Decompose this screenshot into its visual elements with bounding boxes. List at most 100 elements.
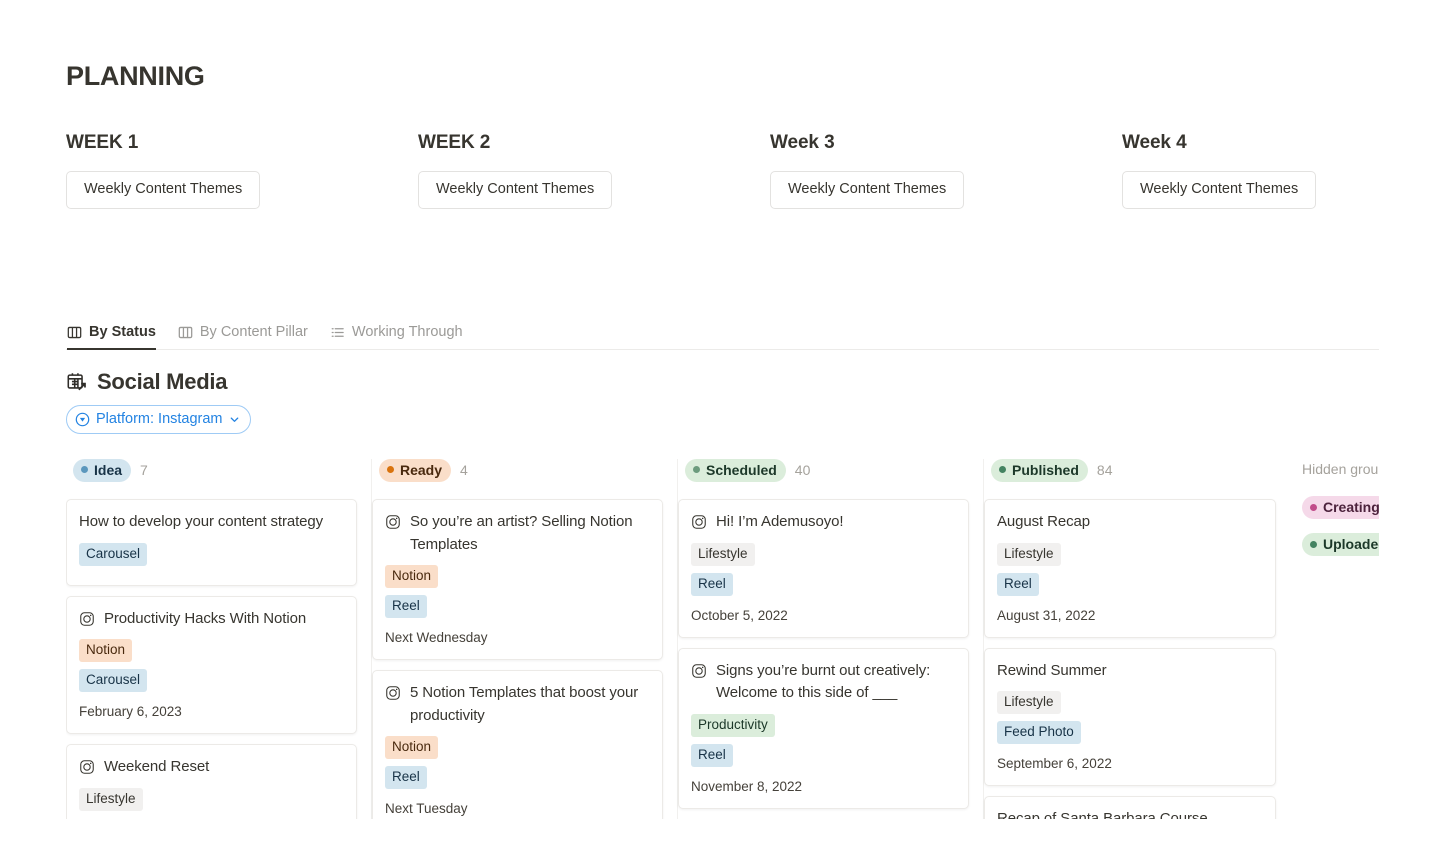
- instagram-icon: [385, 514, 401, 530]
- status-badge[interactable]: Ready: [379, 459, 451, 482]
- chip-row: Feed Photo: [997, 721, 1263, 751]
- tag-chip[interactable]: Reel: [691, 744, 733, 767]
- status-badge[interactable]: Scheduled: [685, 459, 786, 482]
- card-title-row: 5 Notion Templates that boost your produ…: [385, 682, 650, 727]
- tag-chip[interactable]: Carousel: [79, 543, 147, 566]
- card-date: October 5, 2022: [691, 607, 956, 625]
- instagram-icon: [79, 611, 95, 627]
- tag-chip[interactable]: Lifestyle: [79, 788, 143, 811]
- view-tabs: By Status By Content Pillar Working Throug…: [66, 317, 1379, 350]
- weekly-content-themes-button[interactable]: Weekly Content Themes: [66, 171, 260, 209]
- card-title-row: Weekend Reset: [79, 756, 344, 779]
- chip-row: Lifestyle: [997, 691, 1263, 721]
- kanban-card[interactable]: Productivity Hacks With Notion Notion Caro…: [66, 596, 357, 735]
- tag-chip[interactable]: Reel: [691, 573, 733, 596]
- column-count: 7: [140, 462, 148, 478]
- card-title: Hi! I’m Ademusoyo!: [716, 511, 843, 534]
- hidden-group-creating[interactable]: Creating0: [1302, 496, 1379, 519]
- status-dot-icon: [81, 466, 88, 473]
- kanban-card[interactable]: So you’re an artist? Selling Notion Temp…: [372, 499, 663, 660]
- status-label: Uploaded: [1323, 535, 1379, 553]
- tab-by-content-pillar[interactable]: By Content Pillar: [178, 323, 308, 349]
- chip-row: Reel: [385, 766, 650, 796]
- card-title: Weekend Reset: [104, 756, 209, 779]
- tag-chip[interactable]: Notion: [79, 639, 132, 662]
- card-title: How to develop your content strategy: [79, 511, 323, 534]
- kanban-card[interactable]: August RecapLifestyleReelAugust 31, 2022: [984, 499, 1276, 638]
- week-label: WEEK 2: [418, 130, 770, 156]
- card-date: September 6, 2022: [997, 755, 1263, 773]
- hidden-groups-title: Hidden groups: [1302, 460, 1379, 479]
- database-header: Social Media: [66, 368, 1379, 396]
- instagram-icon: [79, 759, 95, 775]
- status-dot-icon: [387, 466, 394, 473]
- instagram-icon: [385, 685, 401, 701]
- status-badge[interactable]: Creating: [1302, 496, 1379, 519]
- tag-chip[interactable]: Notion: [385, 565, 438, 588]
- card-title: August Recap: [997, 511, 1090, 534]
- weekly-content-themes-button[interactable]: Weekly Content Themes: [418, 171, 612, 209]
- kanban-card[interactable]: Signs you’re burnt out creatively: Welco…: [678, 648, 969, 809]
- week-column-1: WEEK 1Weekly Content Themes: [66, 130, 418, 209]
- hidden-group-uploaded[interactable]: Uploaded0: [1302, 533, 1379, 556]
- tag-chip[interactable]: Lifestyle: [997, 543, 1061, 566]
- list-view-icon: [330, 325, 345, 340]
- status-badge[interactable]: Idea: [73, 459, 131, 482]
- week-label: Week 3: [770, 130, 1122, 156]
- kanban-card[interactable]: Rewind SummerLifestyleFeed PhotoSeptembe…: [984, 648, 1276, 787]
- weekly-content-themes-button[interactable]: Weekly Content Themes: [770, 171, 964, 209]
- database-title: Social Media: [97, 368, 227, 396]
- column-header: Idea 7: [66, 459, 357, 481]
- instagram-icon: [691, 663, 707, 679]
- card-title: Productivity Hacks With Notion: [104, 608, 306, 631]
- tab-label: By Status: [89, 323, 156, 342]
- status-badge[interactable]: Uploaded: [1302, 533, 1379, 556]
- card-date: Next Tuesday: [385, 800, 650, 818]
- chip-row: Lifestyle: [691, 543, 956, 573]
- tag-chip[interactable]: Lifestyle: [691, 543, 755, 566]
- tag-chip[interactable]: Carousel: [79, 669, 147, 692]
- kanban-card[interactable]: How to develop your content strategy Caro…: [66, 499, 357, 586]
- status-dot-icon: [999, 466, 1006, 473]
- kanban-card[interactable]: Recap of Santa Barbara Course: [984, 796, 1276, 819]
- tag-chip[interactable]: Notion: [385, 736, 438, 759]
- card-chips: Notion Reel: [385, 565, 650, 625]
- tag-chip[interactable]: Reel: [385, 766, 427, 789]
- card-title-row: How to develop your content strategy: [79, 511, 344, 534]
- hidden-groups: Hidden groups Creating0 Uploaded0: [1290, 459, 1379, 819]
- tab-by-status[interactable]: By Status: [67, 323, 156, 349]
- week-column-4: Week 4 Weekly Content Themes: [1122, 130, 1445, 209]
- kanban-card[interactable]: 5 Notion Templates that boost your produ…: [372, 670, 663, 819]
- status-label: Ready: [400, 461, 442, 479]
- tag-chip[interactable]: Lifestyle: [997, 691, 1061, 714]
- column-header: Published84: [984, 459, 1276, 481]
- status-label: Creating: [1323, 498, 1379, 516]
- tag-chip[interactable]: Reel: [997, 573, 1039, 596]
- kanban-card[interactable]: Weekend Reset Lifestyle: [66, 744, 357, 819]
- tab-label: By Content Pillar: [200, 323, 308, 342]
- chip-row: Notion: [385, 736, 650, 766]
- status-badge[interactable]: Published: [991, 459, 1088, 482]
- column-count: 40: [795, 462, 811, 478]
- tag-chip[interactable]: Reel: [385, 595, 427, 618]
- tab-working-through[interactable]: Working Through: [330, 323, 463, 349]
- board-column-idea: Idea 7 How to develop your content strateg…: [66, 459, 372, 819]
- kanban-card[interactable]: Hi! I’m Ademusoyo! Lifestyle Reel October 5…: [678, 499, 969, 638]
- kanban-board: Idea 7 How to develop your content strateg…: [66, 459, 1379, 819]
- week-label: Week 4: [1122, 130, 1445, 156]
- filter-platform-instagram[interactable]: Platform: Instagram: [66, 405, 251, 434]
- weekly-content-themes-button[interactable]: Weekly Content Themes: [1122, 171, 1316, 209]
- chip-row: Reel: [385, 595, 650, 625]
- status-label: Published: [1012, 461, 1079, 479]
- chevron-down-icon: [229, 414, 240, 425]
- tag-chip[interactable]: Productivity: [691, 714, 775, 737]
- tab-label: Working Through: [352, 323, 463, 342]
- chip-row: Productivity: [691, 714, 956, 744]
- board-view-icon: [178, 325, 193, 340]
- card-title-row: So you’re an artist? Selling Notion Temp…: [385, 511, 650, 556]
- card-chips: Lifestyle Feed Photo: [997, 691, 1263, 751]
- chip-row: Carousel: [79, 543, 344, 573]
- tag-chip[interactable]: Feed Photo: [997, 721, 1081, 744]
- filter-circle-icon: [75, 412, 90, 427]
- filter-row: Platform: Instagram: [66, 405, 1379, 434]
